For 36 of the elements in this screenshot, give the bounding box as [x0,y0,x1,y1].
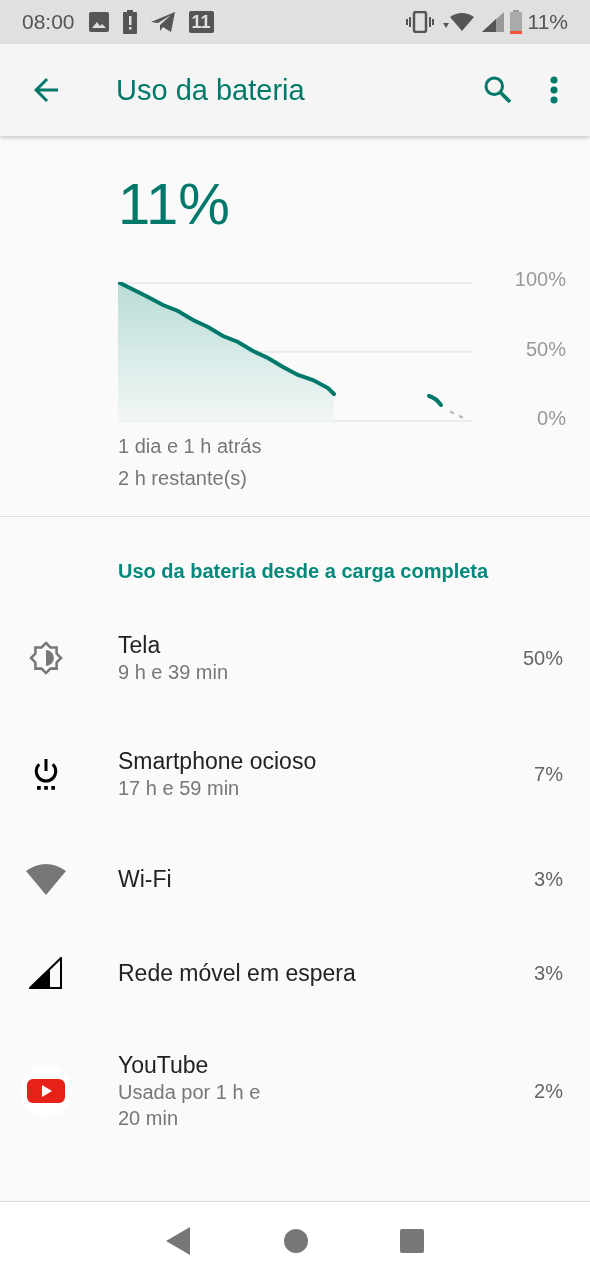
time-remaining-label: 2 h restante(s) [118,466,248,491]
home-nav-button[interactable] [284,1229,308,1253]
image-icon [88,12,109,32]
screen-title: Uso da bateria [116,73,305,107]
usage-item-title[interactable]: Tela [118,631,523,659]
brightness-icon [27,639,65,677]
calendar-icon: 11 [188,11,214,33]
usage-percent: 50% [522,646,563,670]
time-since-label: 1 dia e 1 h atrás [118,434,263,459]
wifi-icon [26,863,66,895]
back-nav-button[interactable] [166,1227,192,1255]
battery-alert-icon [122,10,137,34]
usage-item-title[interactable]: Wi-Fi [118,865,535,893]
usage-percent: 2% [534,1079,563,1103]
usage-item-title[interactable]: Rede móvel em espera [118,959,535,987]
status-time: 08:00 [22,10,75,34]
axis-label: 100% [514,268,566,291]
signal-icon [29,957,63,989]
battery-percent: 11% [527,10,568,34]
usage-item-title[interactable]: YouTube [118,1051,535,1079]
more-options-icon[interactable] [550,76,558,104]
axis-label: 50% [525,337,566,361]
usage-percent: 3% [534,961,563,985]
send-icon [150,12,175,32]
signal-icon [481,12,504,32]
axis-label: 0% [537,407,566,430]
usage-percent: 3% [534,867,563,891]
section-header: Uso da bateria desde a carga completa [117,559,490,584]
usage-item-title[interactable]: Smartphone ocioso [118,747,535,775]
usage-item-subtitle: Usada por 1 h e 20 min [118,1080,262,1131]
battery-percentage: 11% [118,170,231,238]
usage-percent: 7% [534,762,563,786]
vibrate-icon [405,11,434,33]
usage-item-subtitle: 9 h e 39 min [118,660,230,685]
usage-item-subtitle: 17 h e 59 min [118,776,241,801]
battery-icon [509,10,522,34]
